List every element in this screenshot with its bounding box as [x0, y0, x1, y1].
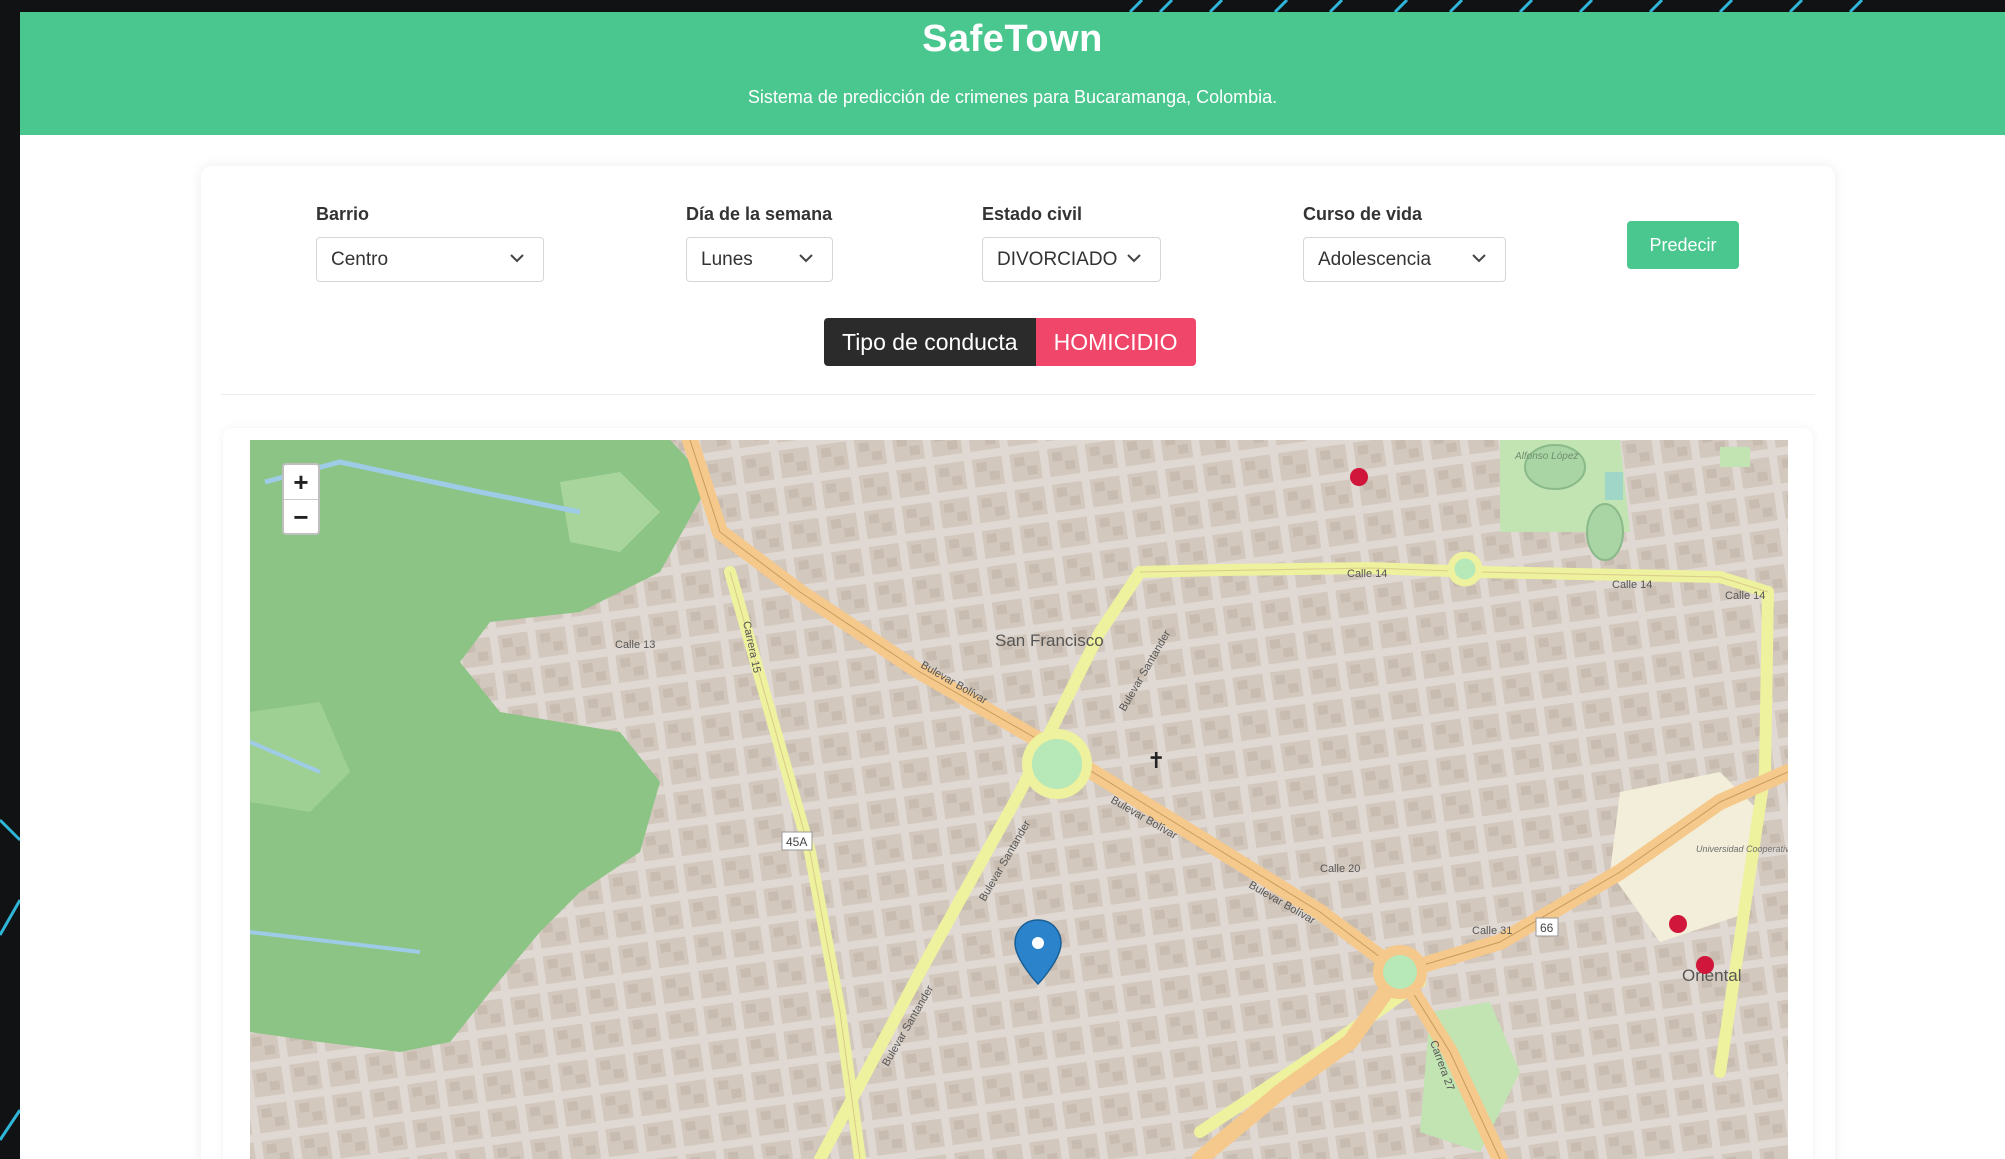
zoom-in-button[interactable]: +: [284, 465, 318, 500]
map-tiles: San Francisco Oriental Alfonso López Uni…: [250, 440, 1848, 1159]
zoom-control: + −: [282, 463, 320, 535]
map-label-san-francisco: San Francisco: [995, 631, 1104, 650]
zoom-out-button[interactable]: −: [284, 500, 318, 534]
map-label-calle-14: Calle 14: [1612, 579, 1652, 591]
map-label-calle-14: Calle 14: [1725, 590, 1765, 602]
map-route-shield: 45A: [786, 835, 807, 849]
hospital-icon: [1350, 468, 1368, 486]
map-label-universidad: Universidad Cooperativa de Colombia: [1696, 844, 1848, 854]
map-label-alfonso-lopez: Alfonso López: [1514, 451, 1578, 462]
map-label-calle-31: Calle 31: [1472, 925, 1512, 937]
map-label-calle-14: Calle 14: [1347, 568, 1387, 580]
map-view[interactable]: San Francisco Oriental Alfonso López Uni…: [20, 12, 2005, 1159]
map-label-calle-20: Calle 20: [1320, 863, 1360, 875]
church-icon: ✝: [1147, 748, 1165, 773]
hospital-icon: [1696, 956, 1714, 974]
map-route-shield: 66: [1540, 921, 1554, 935]
map-label-calle-13: Calle 13: [615, 639, 655, 651]
hospital-icon: [1669, 915, 1687, 933]
app-page: SafeTown Sistema de predicción de crimen…: [20, 12, 2005, 1159]
